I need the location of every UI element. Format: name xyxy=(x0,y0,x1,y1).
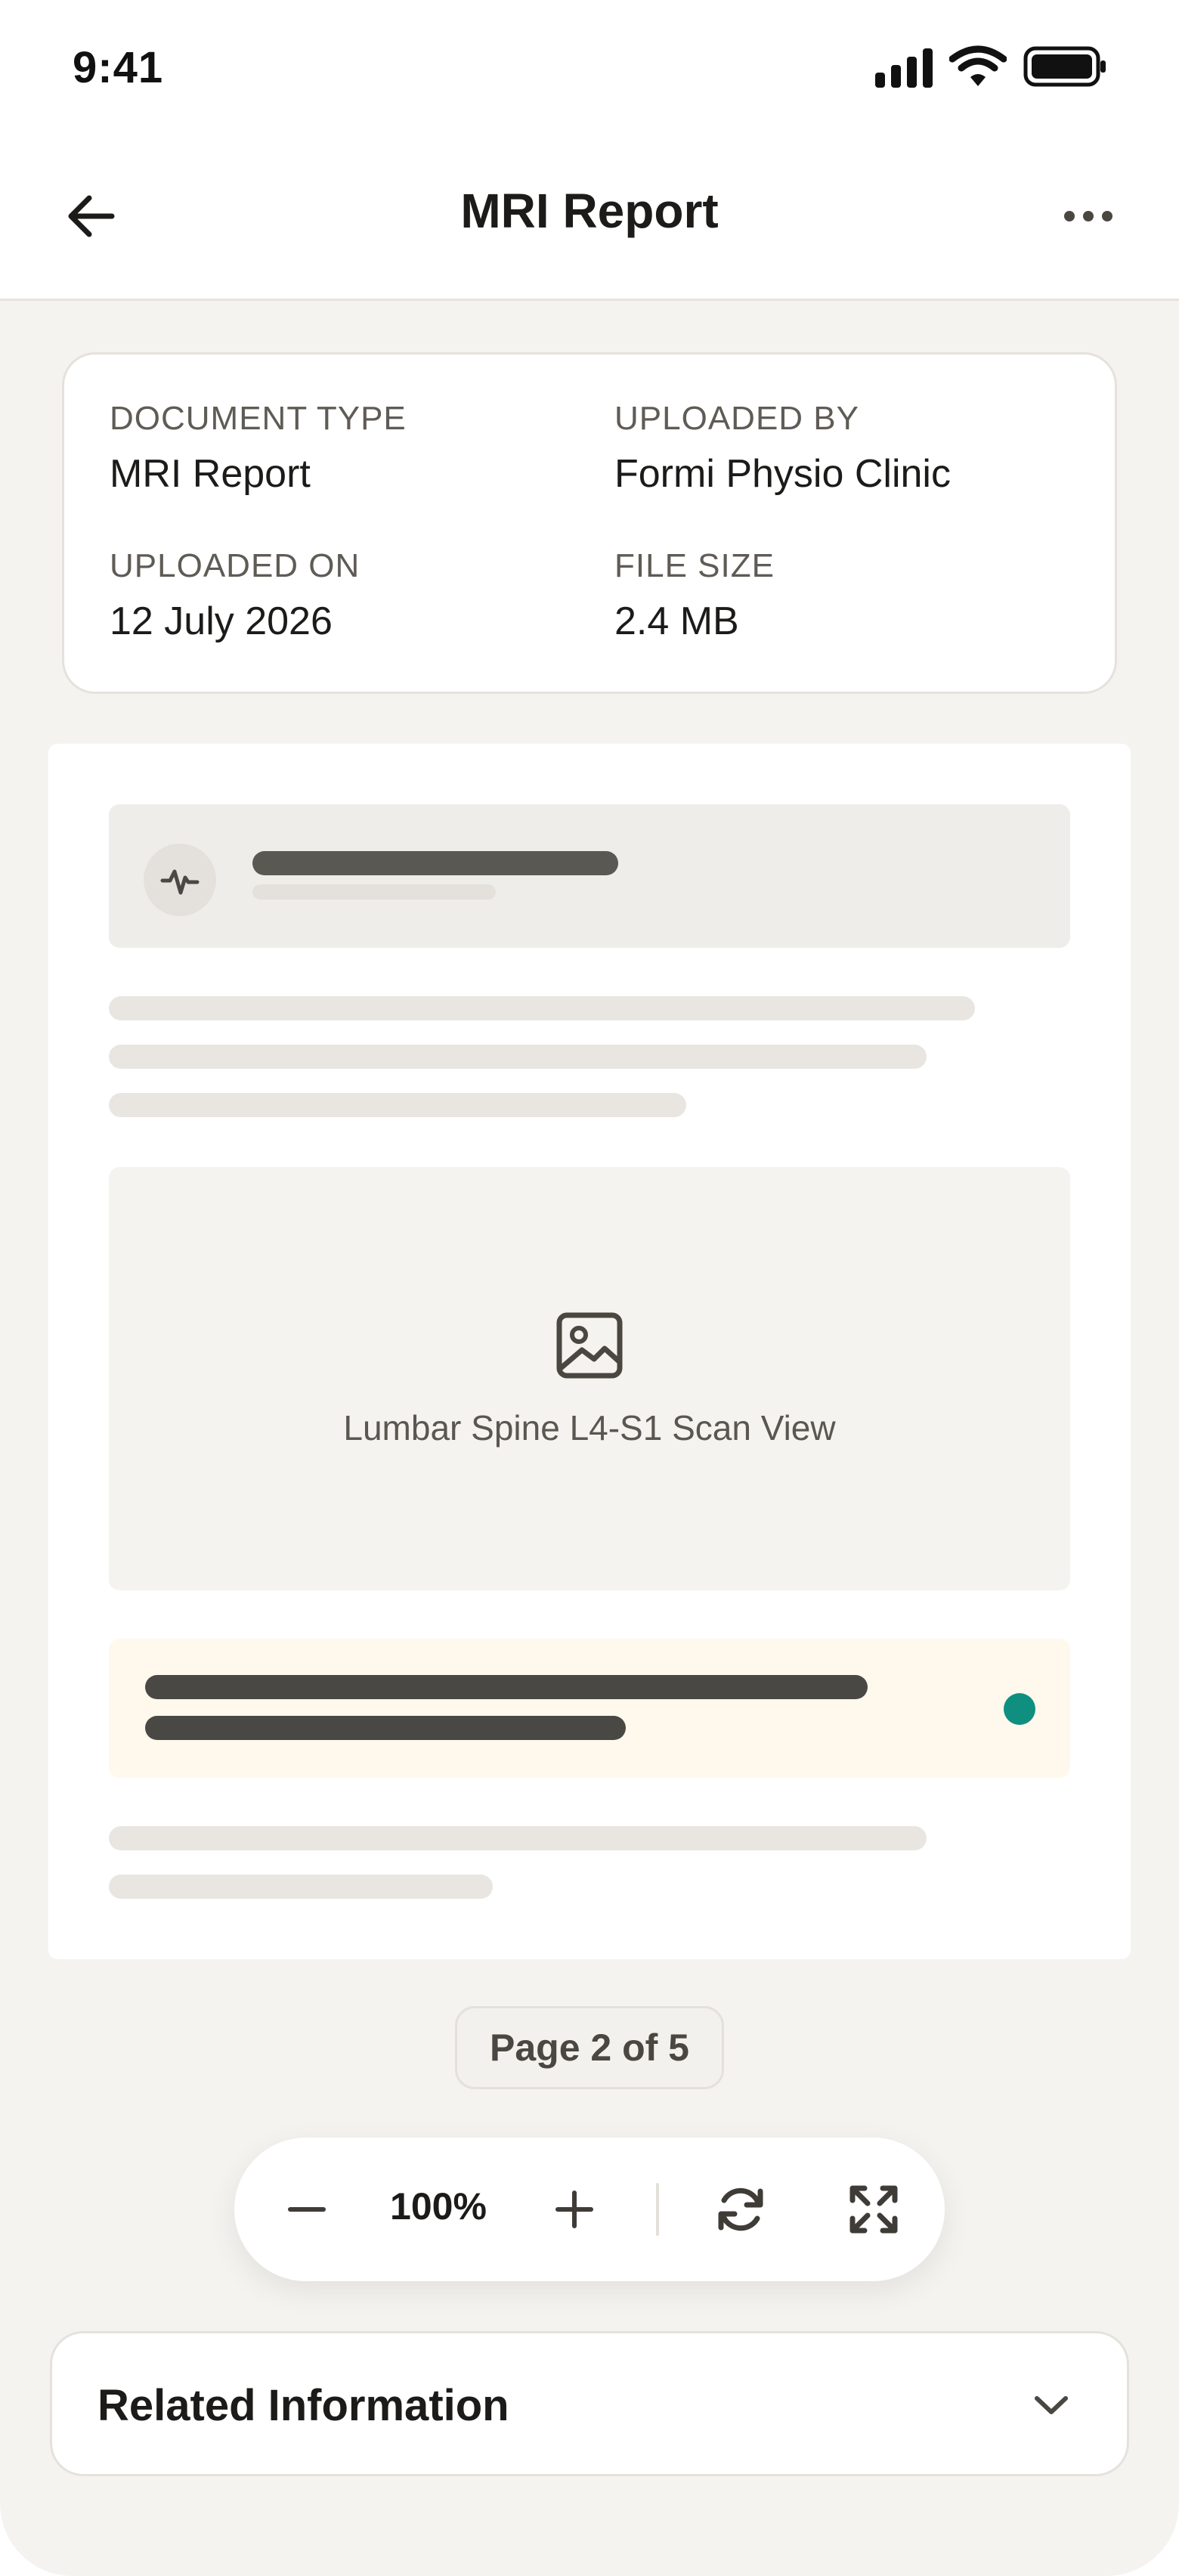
text-line-skeleton xyxy=(109,996,975,1020)
related-information-title: Related Information xyxy=(97,2381,509,2430)
uploaded-by: UPLOADED BY Formi Physio Clinic xyxy=(614,400,951,497)
fullscreen-button[interactable] xyxy=(836,2172,911,2247)
page-title: MRI Report xyxy=(460,184,719,238)
related-information-accordion[interactable]: Related Information xyxy=(50,2331,1129,2476)
pulse-icon xyxy=(160,869,200,895)
status-dot xyxy=(1004,1693,1035,1725)
document-header-block xyxy=(109,804,1070,948)
zoom-out-icon xyxy=(288,2207,326,2212)
scan-image-placeholder[interactable]: Lumbar Spine L4-S1 Scan View xyxy=(109,1167,1070,1590)
uploaded-by-label: UPLOADED BY xyxy=(614,400,859,437)
page-indicator: Page 2 of 5 xyxy=(455,2006,724,2089)
file-size-label: FILE SIZE xyxy=(614,547,775,584)
more-horizontal-icon xyxy=(1064,211,1112,221)
zoom-level: 100% xyxy=(390,2185,487,2228)
scan-image-caption: Lumbar Spine L4-S1 Scan View xyxy=(343,1408,836,1447)
image-icon xyxy=(556,1312,623,1379)
toolbar-divider xyxy=(656,2183,659,2236)
status-icons xyxy=(875,45,1108,88)
pulse-icon-badge xyxy=(144,844,216,916)
chevron-down-icon xyxy=(1035,2396,1068,2414)
text-line-skeleton xyxy=(109,1045,927,1069)
zoom-in-button[interactable] xyxy=(537,2172,612,2247)
uploaded-on: UPLOADED ON 12 July 2026 xyxy=(110,547,360,644)
highlight-line-skeleton xyxy=(145,1675,868,1699)
zoom-in-icon xyxy=(555,2191,593,2228)
document-page-preview[interactable]: Lumbar Spine L4-S1 Scan View xyxy=(48,744,1131,1959)
rotate-button[interactable] xyxy=(703,2172,778,2247)
header-subtitle-skeleton xyxy=(252,884,496,899)
status-time: 9:41 xyxy=(73,43,164,92)
chevron-down-button[interactable] xyxy=(1021,2376,1082,2436)
zoom-toolbar: 100% xyxy=(234,2138,945,2281)
fullscreen-icon xyxy=(849,2185,898,2234)
screen: 9:41 MRI Report DOCUMENT TYPE MRI Report… xyxy=(0,0,1179,2576)
signal-icon xyxy=(875,45,933,88)
document-details-card: DOCUMENT TYPE MRI Report UPLOADED BY For… xyxy=(62,352,1117,694)
nav-header: MRI Report xyxy=(0,136,1179,301)
status-bar: 9:41 xyxy=(0,0,1179,136)
more-button[interactable] xyxy=(1051,192,1126,240)
file-size: FILE SIZE 2.4 MB xyxy=(614,547,775,644)
text-line-skeleton xyxy=(109,1875,493,1899)
rotate-icon xyxy=(718,2187,763,2231)
battery-icon xyxy=(1023,46,1106,87)
uploaded-on-label: UPLOADED ON xyxy=(110,547,361,584)
document-type-value: MRI Report xyxy=(110,452,311,496)
zoom-out-button[interactable] xyxy=(269,2172,345,2247)
text-line-skeleton xyxy=(109,1093,686,1117)
highlight-block xyxy=(109,1639,1070,1778)
highlight-line-skeleton xyxy=(145,1716,626,1740)
uploaded-on-value: 12 July 2026 xyxy=(110,599,333,643)
header-title-skeleton xyxy=(252,851,618,875)
document-type-label: DOCUMENT TYPE xyxy=(110,400,407,437)
document-type: DOCUMENT TYPE MRI Report xyxy=(110,400,407,497)
uploaded-by-value: Formi Physio Clinic xyxy=(614,452,951,496)
wifi-icon xyxy=(949,45,1007,86)
file-size-value: 2.4 MB xyxy=(614,599,739,643)
text-line-skeleton xyxy=(109,1826,927,1850)
